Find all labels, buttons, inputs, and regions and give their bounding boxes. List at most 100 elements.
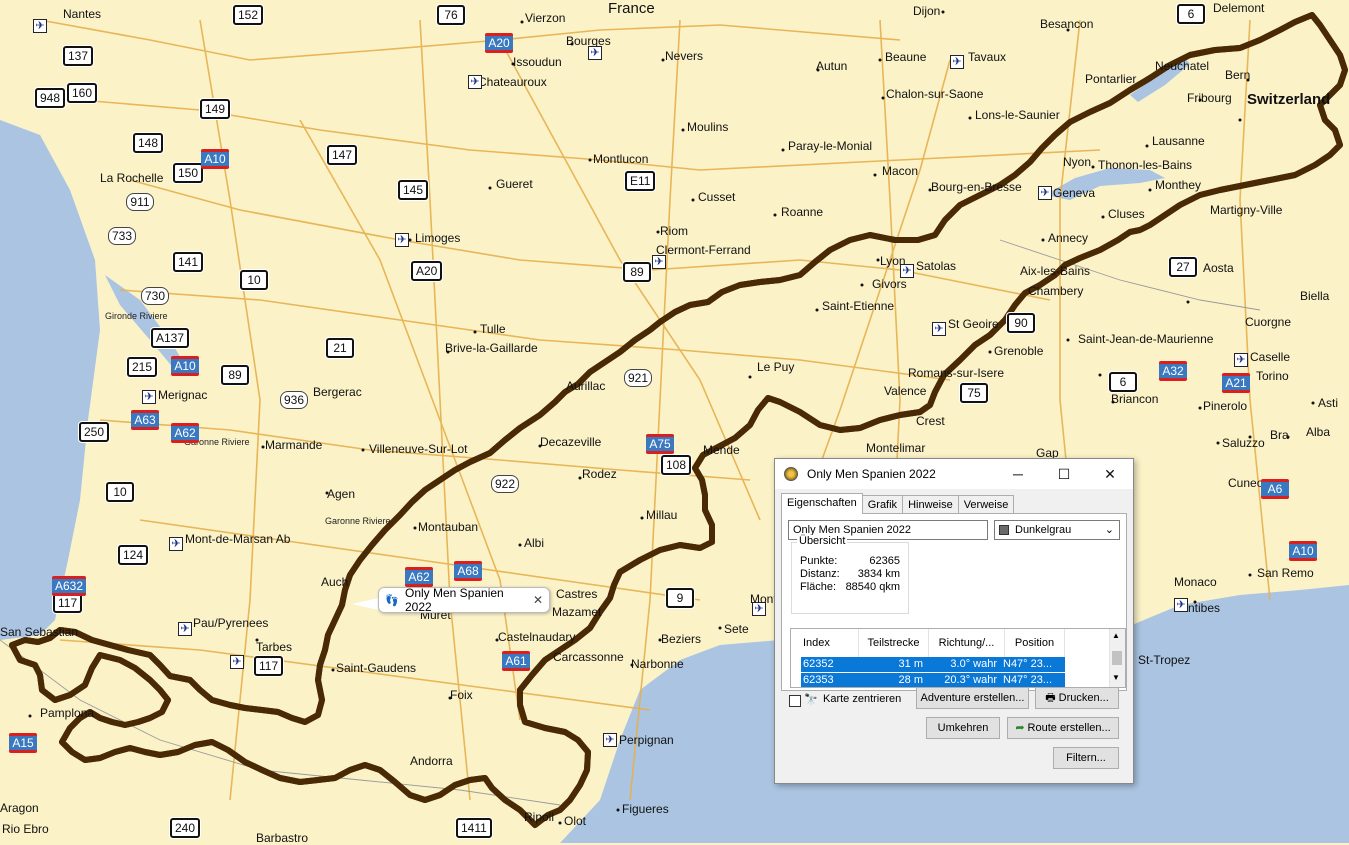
stat-value: 62365 — [869, 555, 900, 567]
print-button[interactable]: 🖶 Drucken... — [1035, 687, 1119, 709]
city-label: Asti — [1318, 396, 1339, 410]
city-label: Alba — [1306, 425, 1331, 439]
filter-button[interactable]: Filtern... — [1053, 747, 1119, 769]
city-label: Thonon-les-Bains — [1098, 158, 1193, 172]
city-label: Saint-Etienne — [822, 299, 895, 313]
city-label: Fribourg — [1187, 91, 1232, 105]
tooltip-close-icon[interactable]: ✕ — [533, 593, 543, 607]
column-header-index[interactable]: Index — [791, 629, 859, 657]
city-label: Carcassonne — [553, 650, 624, 664]
cell-position: N47° 23... — [1003, 674, 1053, 686]
airport-icon: ✈ — [900, 264, 914, 278]
road-shield: 730 — [141, 287, 170, 305]
city-label: Olot — [564, 814, 587, 828]
country-label-switzerland: Switzerland — [1247, 91, 1331, 108]
scroll-thumb[interactable] — [1112, 651, 1122, 665]
city-label: Pinerolo — [1203, 399, 1248, 413]
road-shield: A32 — [1159, 361, 1187, 381]
road-shield: 149 — [200, 99, 231, 119]
city-label: Macon — [882, 164, 919, 178]
city-label: Tavaux — [968, 50, 1007, 64]
tab-eigenschaften[interactable]: Eigenschaften — [781, 493, 863, 514]
city-label: Rio Ebro — [2, 822, 49, 836]
road-shield: 141 — [173, 252, 204, 272]
reverse-button[interactable]: Umkehren — [926, 717, 1000, 739]
table-row[interactable]: 62352 31 m 3.0° wahr N47° 23... — [801, 657, 1065, 672]
city-label: Nyon — [1063, 155, 1092, 169]
city-label: St Geoire — [948, 317, 999, 331]
road-shield: A20 — [411, 261, 443, 281]
points-table[interactable]: Index Teilstrecke Richtung/... Position … — [790, 628, 1126, 688]
road-shield: 921 — [624, 369, 653, 387]
binoculars-icon: 🔭 — [804, 694, 818, 706]
airport-icon: ✈ — [468, 75, 482, 89]
road-shield: 240 — [170, 818, 201, 838]
tab-verweise[interactable]: Verweise — [957, 495, 1015, 514]
map-canvas[interactable] — [0, 0, 1349, 843]
city-label: Lausanne — [1152, 134, 1205, 148]
airport-icon: ✈ — [603, 733, 617, 747]
road-shield: 922 — [491, 475, 520, 493]
column-header-segment[interactable]: Teilstrecke — [859, 629, 929, 657]
city-label: Satolas — [916, 259, 957, 273]
city-label: Nevers — [665, 49, 704, 63]
city-label: Agen — [327, 487, 356, 501]
track-tooltip[interactable]: 👣 Only Men Spanien 2022 ✕ — [378, 586, 550, 614]
close-button[interactable]: ✕ — [1087, 459, 1133, 489]
city-label: Mende — [703, 443, 740, 457]
city-label: Monaco — [1174, 575, 1217, 589]
tab-grafik[interactable]: Grafik — [861, 495, 904, 514]
scroll-up-icon[interactable]: ▲ — [1112, 631, 1120, 640]
column-header-position[interactable]: Position — [1005, 629, 1065, 657]
city-label: Rodez — [582, 467, 617, 481]
road-shield: 75 — [960, 383, 988, 403]
city-label: Valence — [884, 384, 927, 398]
city-label: Clermont-Ferrand — [656, 243, 751, 257]
city-label: Roanne — [781, 205, 824, 219]
scroll-down-icon[interactable]: ▼ — [1112, 673, 1120, 682]
road-shield: 148 — [133, 133, 164, 153]
city-label: Lons-le-Saunier — [975, 108, 1060, 122]
create-route-button[interactable]: ➦ Route erstellen... — [1007, 717, 1119, 739]
road-shield: 152 — [233, 5, 264, 25]
create-adventure-button[interactable]: Adventure erstellen... — [916, 687, 1029, 709]
table-scrollbar[interactable]: ▲ ▼ — [1109, 629, 1125, 687]
column-header-direction[interactable]: Richtung/... — [929, 629, 1005, 657]
overview-legend: Übersicht — [797, 535, 848, 547]
road-shield: 936 — [280, 391, 309, 409]
road-shield: 250 — [79, 422, 110, 442]
road-shield: 6 — [1109, 372, 1137, 392]
city-label: Tulle — [480, 322, 506, 336]
city-label: Cluses — [1108, 207, 1145, 221]
road-shield: A137 — [151, 328, 190, 348]
center-map-checkbox[interactable] — [789, 695, 801, 707]
road-shield: 215 — [127, 357, 158, 377]
city-label: Villeneuve-Sur-Lot — [369, 442, 468, 456]
river-label: Garonne Riviere — [325, 516, 391, 526]
dialog-titlebar[interactable]: Only Men Spanien 2022 ─ ☐ ✕ — [775, 459, 1133, 489]
road-shield: A61 — [502, 651, 530, 671]
city-label: La Rochelle — [100, 171, 164, 185]
city-label: Nantes — [63, 7, 102, 21]
road-shield: A75 — [646, 434, 674, 454]
city-label: Albi — [524, 536, 545, 550]
road-shield: 1411 — [456, 818, 492, 838]
footprints-icon: 👣 — [385, 594, 399, 607]
city-label: Montlucon — [593, 152, 649, 166]
table-row[interactable]: 62353 28 m 20.3° wahr N47° 23... — [801, 673, 1065, 687]
city-label: Perpignan — [619, 733, 674, 747]
maximize-button[interactable]: ☐ — [1041, 459, 1087, 489]
road-shield: A68 — [454, 561, 482, 581]
cell-position: N47° 23... — [1003, 658, 1053, 670]
chevron-down-icon: ⌄ — [1104, 524, 1114, 536]
city-label: Foix — [450, 688, 473, 702]
color-select[interactable]: Dunkelgrau ⌄ — [994, 520, 1120, 540]
tab-hinweise[interactable]: Hinweise — [902, 495, 959, 514]
color-swatch — [999, 525, 1009, 535]
city-label: Mazamet — [552, 605, 602, 619]
minimize-button[interactable]: ─ — [995, 459, 1041, 489]
airport-icon: ✈ — [395, 233, 409, 247]
road-shield: 137 — [63, 46, 94, 66]
city-label: Chateauroux — [478, 75, 547, 89]
airport-icon: ✈ — [1174, 598, 1188, 612]
